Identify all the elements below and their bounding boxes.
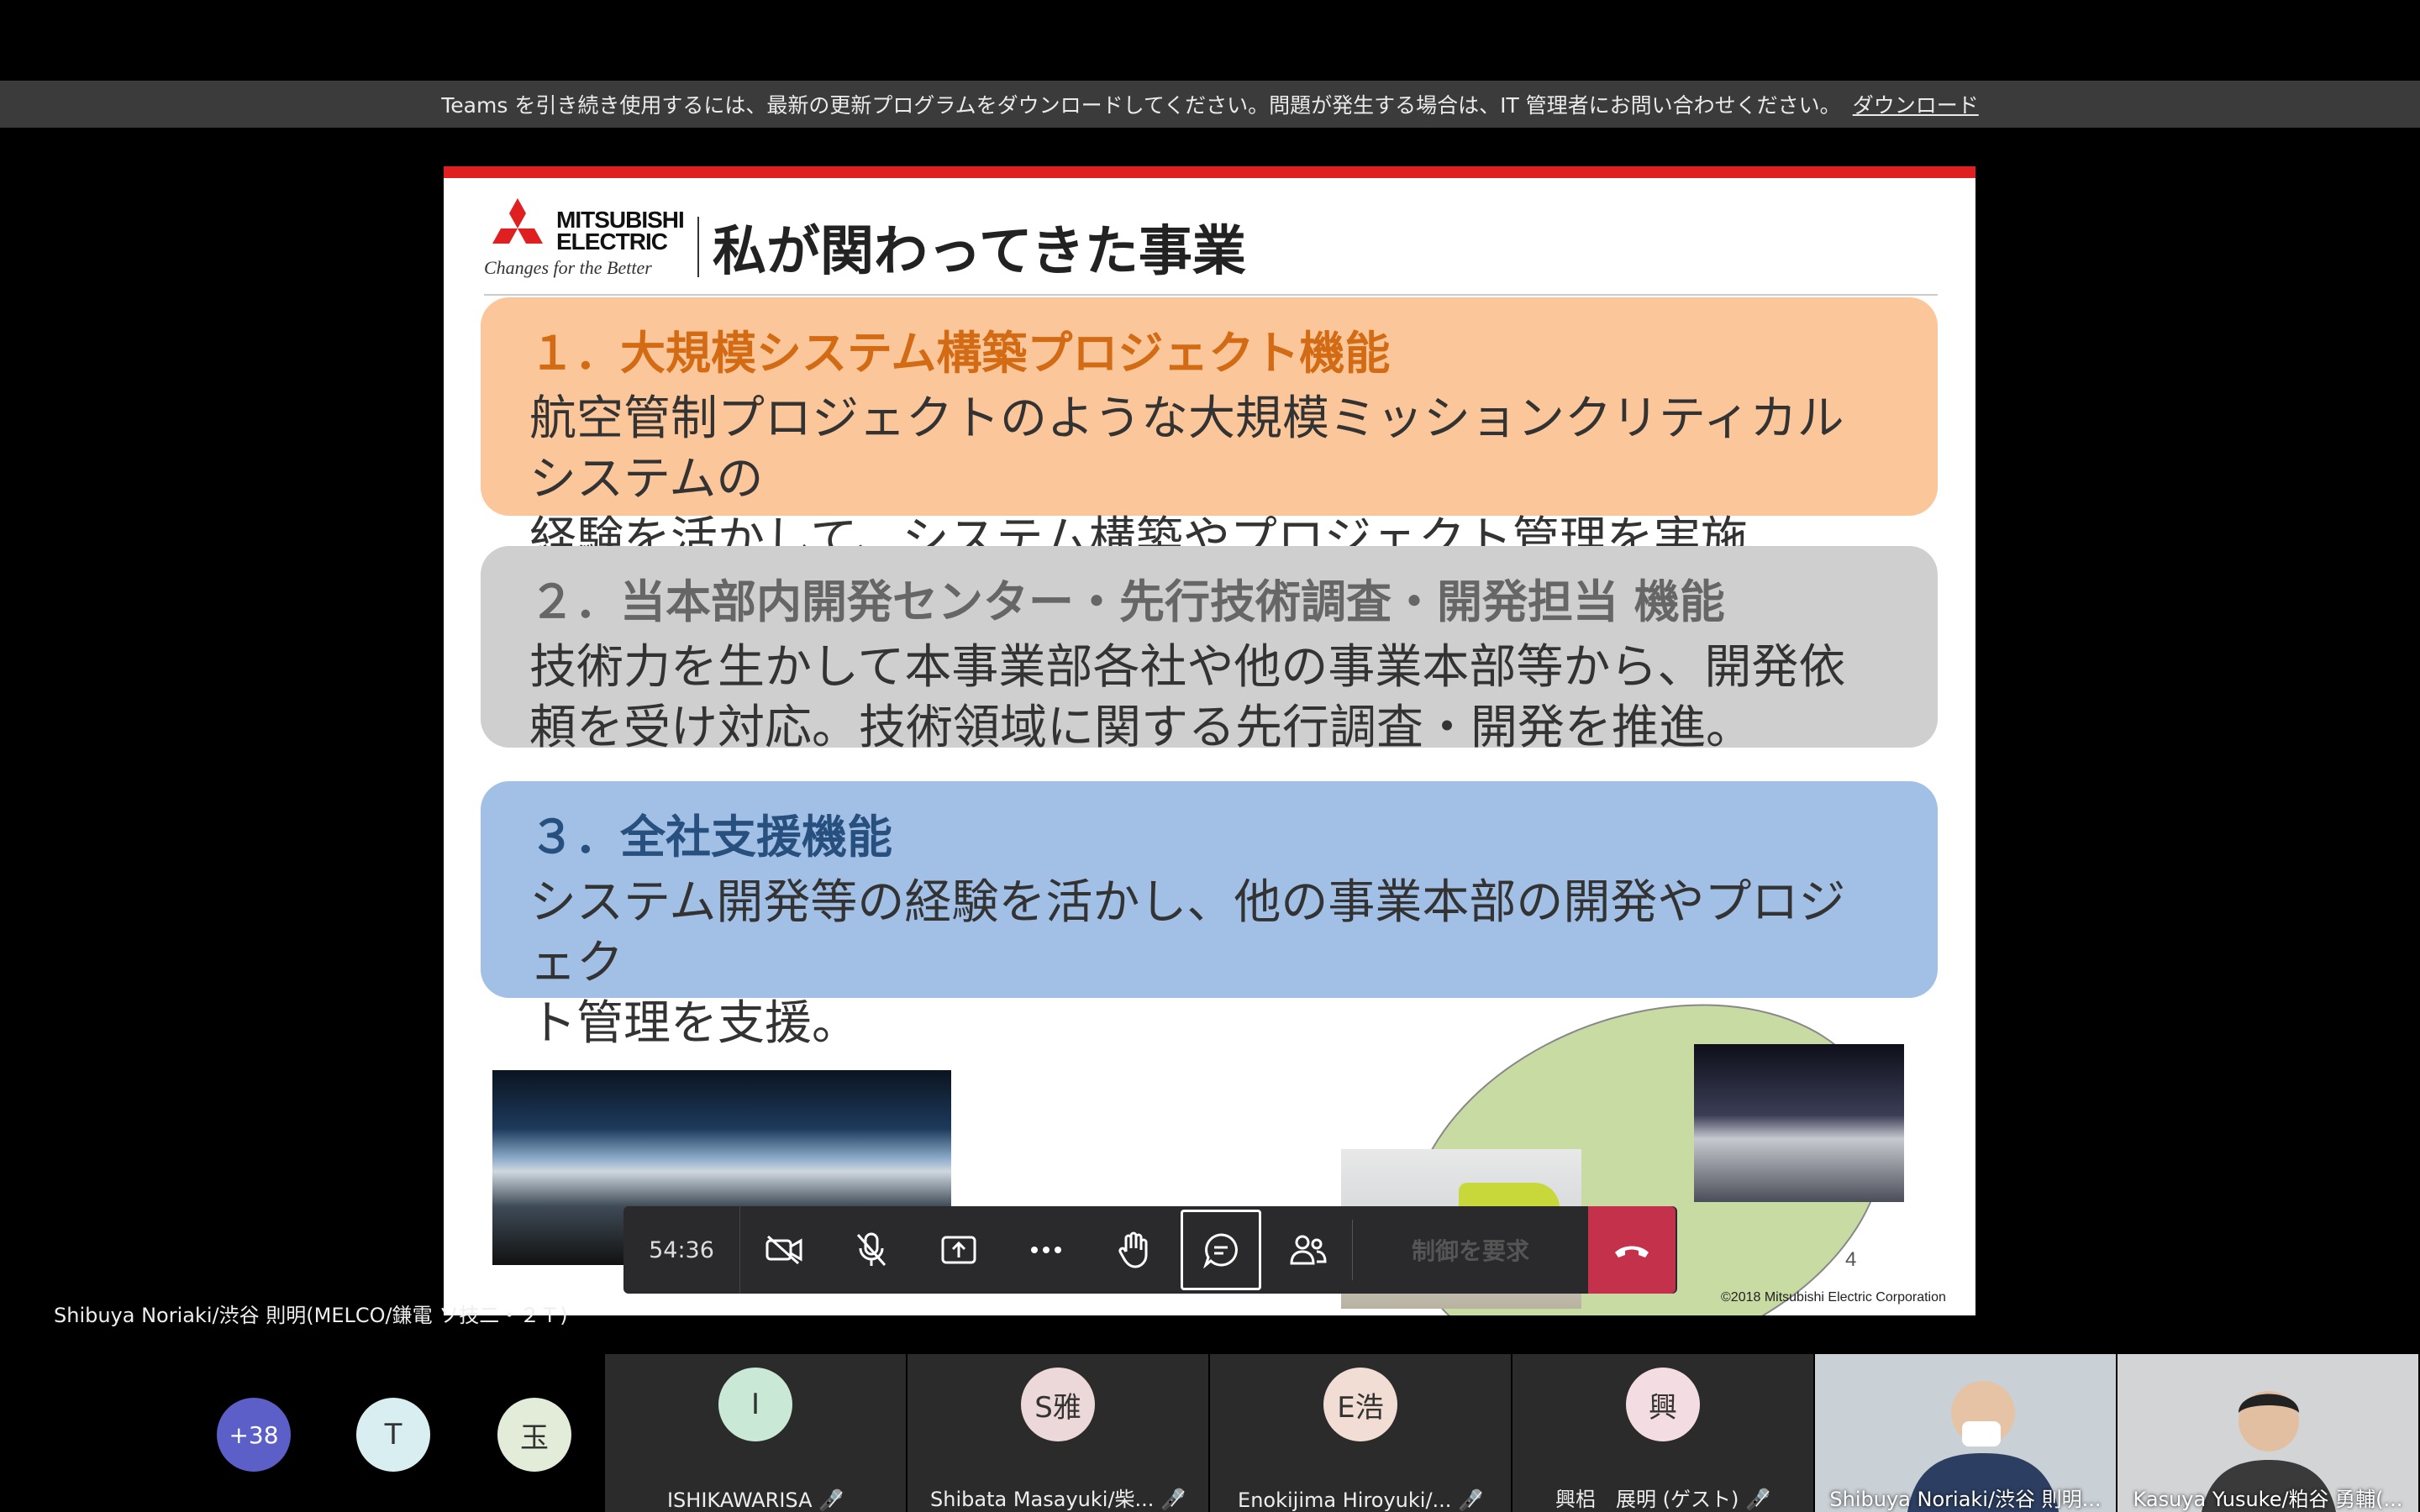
mic-off-icon: 🎤̸ <box>818 1488 844 1512</box>
avatar: E浩 <box>1323 1368 1397 1441</box>
more-icon <box>1031 1247 1061 1253</box>
update-banner-message: Teams を引き続き使用するには、最新の更新プログラムをダウンロードしてくださ… <box>441 93 1841 118</box>
participants-icon <box>1290 1235 1327 1265</box>
hall-photo <box>1694 1044 1904 1202</box>
avatar: S雅 <box>1021 1368 1095 1441</box>
update-banner: Teams を引き続き使用するには、最新の更新プログラムをダウンロードしてくださ… <box>0 81 2420 128</box>
mic-toggle-button[interactable] <box>828 1206 915 1294</box>
section-body: 技術力を生かして本事業部各社や他の事業本部等から、開発依 頼を受け対応。技術領域に… <box>529 640 1846 755</box>
slide-red-bar <box>444 166 1975 178</box>
participants-button[interactable] <box>1265 1206 1352 1294</box>
avatar[interactable]: 玉 <box>497 1398 571 1472</box>
raise-hand-icon <box>1118 1231 1148 1268</box>
camera-toggle-button[interactable] <box>740 1206 828 1294</box>
chat-button[interactable] <box>1181 1210 1261 1290</box>
participant-name: Kasuya Yusuke/粕谷 勇輔(... <box>2133 1488 2403 1511</box>
shared-slide: MITSUBISHI ELECTRIC Changes for the Bett… <box>444 166 1975 1315</box>
hang-up-icon <box>1615 1246 1649 1257</box>
mic-off-icon <box>856 1232 886 1266</box>
logo-tagline: Changes for the Better <box>484 257 652 278</box>
raise-hand-button[interactable] <box>1090 1206 1177 1294</box>
request-control-button[interactable]: 制御を要求 <box>1353 1206 1588 1294</box>
mic-off-icon: 🎤̸ <box>1745 1488 1770 1511</box>
camera-off-icon <box>765 1235 802 1265</box>
participant-video-tile[interactable]: Shibuya Noriaki/渋谷 則明... <box>1815 1354 2116 1512</box>
meeting-timer: 54:36 <box>623 1206 740 1294</box>
avatar: 興 <box>1626 1368 1700 1441</box>
slide-page-number: 4 <box>1845 1248 1857 1271</box>
section-box-3: ３．全社支援機能 システム開発等の経験を活かし、他の事業本部の開発やプロジェクト… <box>481 781 1938 1051</box>
title-rule <box>484 294 1938 296</box>
section-heading: １．大規模システム構築プロジェクト機能 <box>529 327 1391 380</box>
participant-tile[interactable]: I ISHIKAWARISA 🎤̸ <box>605 1354 906 1512</box>
participant-name: 興梠 展明 (ゲスト) 🎤̸ <box>1555 1488 1770 1511</box>
slide-copyright: ©2018 Mitsubishi Electric Corporation <box>1721 1290 1946 1305</box>
overflow-participants-button[interactable]: +38 <box>217 1398 291 1472</box>
participant-name: Shibata Masayuki/柴... 🎤̸ <box>930 1488 1186 1511</box>
participant-tile[interactable]: 興 興梠 展明 (ゲスト) 🎤̸ <box>1512 1354 1813 1512</box>
slide-title: 私が関わってきた事業 <box>713 221 1246 283</box>
participant-name: Enokijima Hiroyuki/... 🎤̸ <box>1238 1488 1483 1512</box>
section-box-1: １．大規模システム構築プロジェクト機能 航空管制プロジェクトのような大規模ミッシ… <box>481 297 1938 567</box>
participant-gallery: +38 T 玉 I ISHIKAWARISA 🎤̸ S雅 Shibata Mas… <box>0 1354 2420 1512</box>
section-heading: ２．当本部内開発センター・先行技術調査・開発担当 機能 <box>529 575 1725 628</box>
section-heading: ３．全社支援機能 <box>529 811 892 864</box>
participant-tile[interactable]: E浩 Enokijima Hiroyuki/... 🎤̸ <box>1210 1354 1511 1512</box>
title-divider <box>697 217 699 277</box>
participant-tile[interactable]: S雅 Shibata Masayuki/柴... 🎤̸ <box>908 1354 1208 1512</box>
avatar: I <box>718 1368 792 1441</box>
participant-video-tile[interactable]: Kasuya Yusuke/粕谷 勇輔(... <box>2118 1354 2418 1512</box>
download-link[interactable]: ダウンロード <box>1853 89 1979 119</box>
participant-name: Shibuya Noriaki/渋谷 則明... <box>1829 1488 2102 1511</box>
avatar[interactable]: T <box>356 1398 430 1472</box>
participant-name: ISHIKAWARISA 🎤̸ <box>666 1488 844 1512</box>
meeting-toolbar: 54:36 制御を要求 <box>623 1206 1677 1294</box>
section-body: 航空管制プロジェクトのような大規模ミッションクリティカルシステムの 経験を活かして… <box>529 391 1844 567</box>
presenter-name-label: Shibuya Noriaki/渋谷 則明(MELCO/鎌電 ソ技二・２Ｔ) <box>54 1304 568 1327</box>
logo-text-2: ELECTRIC <box>556 228 668 255</box>
three-diamonds-icon <box>492 198 543 244</box>
share-icon <box>941 1236 976 1264</box>
mic-off-icon: 🎤̸ <box>1458 1488 1483 1512</box>
section-box-2: ２．当本部内開発センター・先行技術調査・開発担当 機能 技術力を生かして本事業部… <box>481 546 1938 755</box>
hang-up-button[interactable] <box>1588 1206 1676 1294</box>
more-actions-button[interactable] <box>1002 1206 1090 1294</box>
mitsubishi-logo: MITSUBISHI ELECTRIC Changes for the Bett… <box>484 198 694 282</box>
share-content-button[interactable] <box>915 1206 1002 1294</box>
mic-off-icon: 🎤̸ <box>1160 1488 1186 1511</box>
chat-icon <box>1203 1233 1238 1268</box>
